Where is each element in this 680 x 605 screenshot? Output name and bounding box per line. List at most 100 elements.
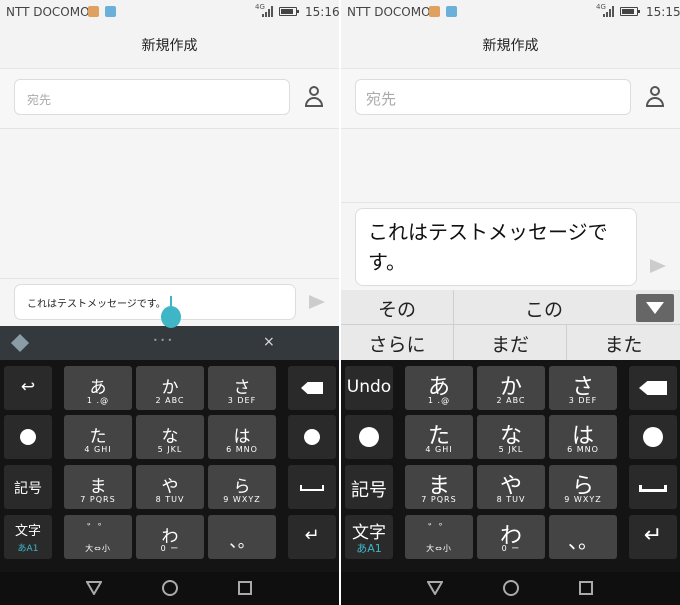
recents-icon[interactable] (238, 581, 252, 595)
key-ya[interactable]: や8 TUV (477, 465, 545, 509)
carrier-label: NTT DOCOMO (347, 5, 431, 19)
message-input[interactable]: これはテストメッセージです。 (14, 284, 296, 320)
chevron-down-icon (646, 302, 664, 314)
battery-icon (279, 7, 299, 16)
key-ma[interactable]: ま7 PQRS (405, 465, 473, 509)
conversation-area (0, 128, 339, 278)
signal-icon (262, 6, 274, 17)
kigo-key[interactable]: 記号 (345, 465, 393, 509)
moji-key[interactable]: 文字 あA1 (345, 515, 393, 559)
arrow-left-icon (20, 429, 36, 445)
key-punct[interactable]: 、。 (549, 515, 617, 559)
key-sa[interactable]: さ3 DEF (549, 366, 617, 410)
key-dakuten[interactable]: ゛゜ 大⇔小 (405, 515, 473, 559)
message-input[interactable]: これはテストメッセージです。 (355, 208, 637, 286)
key-ra[interactable]: ら9 WXYZ (549, 465, 617, 509)
navigation-bar (0, 572, 339, 605)
conversation-area (341, 128, 680, 202)
key-ma[interactable]: ま7 PQRS (64, 465, 132, 509)
key-sa[interactable]: さ3 DEF (208, 366, 276, 410)
clock: 15:15 (646, 5, 680, 19)
keyboard: ↩ 記号 文字 あA1 あ1 .@ か2 ABC さ3 DEF た4 GHI な… (0, 360, 339, 572)
kigo-key[interactable]: 記号 (4, 465, 52, 509)
image-icon (446, 6, 457, 17)
candidate-item[interactable]: まだ (454, 330, 566, 357)
keyboard-toolbar: • • • × (0, 326, 339, 360)
send-icon[interactable] (650, 259, 666, 273)
arrow-left-icon (359, 427, 379, 447)
right-screen: NTT DOCOMO 4G 15:15 新規作成 宛先 これはテストメッセージで… (341, 0, 680, 605)
carrier-label: NTT DOCOMO (6, 5, 90, 19)
key-ta[interactable]: た4 GHI (64, 415, 132, 459)
cursor-left-key[interactable] (4, 415, 52, 459)
key-na[interactable]: な5 JKL (136, 415, 204, 459)
candidate-bar: その この さらに まだ また (341, 290, 680, 360)
key-wa[interactable]: わ0 ー (477, 515, 545, 559)
signal-icon (603, 6, 615, 17)
keyboard-logo-icon[interactable] (10, 333, 30, 353)
back-icon[interactable] (427, 581, 443, 595)
cursor-right-key[interactable] (288, 415, 336, 459)
back-icon[interactable] (86, 581, 102, 595)
home-icon[interactable] (503, 580, 519, 596)
backspace-icon (639, 381, 667, 395)
undo-key[interactable]: Undo (345, 366, 393, 410)
key-a[interactable]: あ1 .@ (64, 366, 132, 410)
left-screen: NTT DOCOMO 4G 15:16 新規作成 宛先 これはテストメッセージで… (0, 0, 339, 605)
image-icon (105, 6, 116, 17)
status-bar: NTT DOCOMO 4G 15:15 (341, 0, 680, 24)
space-key[interactable] (629, 465, 677, 509)
key-na[interactable]: な5 JKL (477, 415, 545, 459)
contacts-icon[interactable] (304, 86, 324, 108)
notification-icon (429, 6, 440, 17)
notification-icon (88, 6, 99, 17)
recipient-input[interactable]: 宛先 (355, 79, 631, 115)
recipient-input[interactable]: 宛先 (14, 79, 290, 115)
send-icon[interactable] (309, 295, 325, 309)
key-ta[interactable]: た4 GHI (405, 415, 473, 459)
key-ka[interactable]: か2 ABC (477, 366, 545, 410)
moji-key[interactable]: 文字 あA1 (4, 515, 52, 559)
candidate-item[interactable]: さらに (341, 330, 453, 357)
status-bar: NTT DOCOMO 4G 15:16 (0, 0, 339, 24)
space-icon (300, 485, 324, 491)
enter-key[interactable]: ↵ (288, 515, 336, 559)
key-ha[interactable]: は6 MNO (549, 415, 617, 459)
key-ra[interactable]: ら9 WXYZ (208, 465, 276, 509)
enter-key[interactable]: ↵ (629, 515, 677, 559)
clock: 15:16 (305, 5, 339, 19)
space-icon (639, 485, 667, 492)
keyboard: Undo 記号 文字 あA1 あ1 .@ か2 ABC さ3 DEF た4 GH… (341, 360, 680, 572)
enter-icon: ↵ (643, 523, 663, 548)
battery-icon (620, 7, 640, 16)
candidate-item[interactable]: また (567, 330, 680, 357)
key-ka[interactable]: か2 ABC (136, 366, 204, 410)
cursor-right-key[interactable] (629, 415, 677, 459)
cursor-left-key[interactable] (345, 415, 393, 459)
arrow-right-icon (643, 427, 663, 447)
space-key[interactable] (288, 465, 336, 509)
backspace-key[interactable] (629, 366, 677, 410)
key-ya[interactable]: や8 TUV (136, 465, 204, 509)
arrow-right-icon (304, 429, 320, 445)
key-punct[interactable]: 、。 (208, 515, 276, 559)
undo-key[interactable]: ↩ (4, 366, 52, 410)
expand-candidates-button[interactable] (636, 294, 674, 322)
close-keyboard-button[interactable]: × (263, 334, 275, 350)
recents-icon[interactable] (579, 581, 593, 595)
contacts-icon[interactable] (645, 86, 665, 108)
page-title: 新規作成 (141, 38, 198, 54)
enter-icon: ↵ (304, 525, 320, 546)
toolbar-menu-dots[interactable]: • • • (153, 336, 172, 345)
key-wa[interactable]: わ0 ー (136, 515, 204, 559)
navigation-bar (341, 572, 680, 605)
candidate-item[interactable]: この (454, 295, 634, 322)
page-title: 新規作成 (482, 38, 539, 54)
backspace-key[interactable] (288, 366, 336, 410)
key-a[interactable]: あ1 .@ (405, 366, 473, 410)
key-ha[interactable]: は6 MNO (208, 415, 276, 459)
cursor-handle[interactable] (161, 306, 181, 328)
candidate-item[interactable]: その (341, 295, 453, 322)
key-dakuten[interactable]: ゛゜ 大⇔小 (64, 515, 132, 559)
home-icon[interactable] (162, 580, 178, 596)
